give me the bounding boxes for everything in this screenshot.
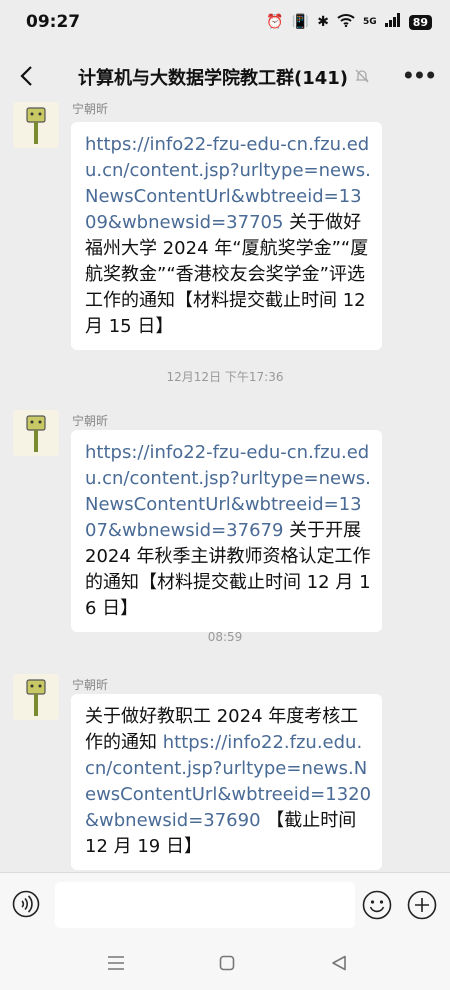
network-type: 5G: [363, 17, 377, 27]
message-bubble[interactable]: https://info22-fzu-edu-cn.fzu.edu.cn/con…: [71, 430, 382, 632]
message-bubble[interactable]: 关于做好教职工 2024 年度考核工作的通知 https://info22.fz…: [71, 694, 382, 870]
wifi-icon: [337, 13, 355, 31]
avatar[interactable]: [13, 102, 59, 148]
back-button[interactable]: [12, 60, 40, 92]
sender-name: 宁朝昕: [72, 414, 109, 428]
voice-icon: [12, 890, 40, 918]
sign-post-avatar-icon: [13, 410, 59, 456]
status-time: 09:27: [26, 12, 81, 32]
alarm-icon: ⏰: [266, 14, 284, 30]
sign-post-avatar-icon: [13, 102, 59, 148]
message-input[interactable]: [55, 882, 355, 928]
smiley-icon: [362, 890, 392, 920]
timestamp: 08:59: [207, 630, 243, 644]
status-bar: 09:27 ⏰ 📳 ✱ 5G 89: [0, 0, 450, 44]
status-icons: ⏰ 📳 ✱ 5G 89: [266, 13, 432, 31]
triangle-back-icon: [332, 955, 346, 971]
menu-lines-icon: [108, 956, 124, 970]
vibrate-icon: 📳: [291, 14, 310, 30]
home-button[interactable]: [214, 950, 240, 976]
recent-apps-button[interactable]: [103, 950, 129, 976]
avatar[interactable]: [13, 674, 59, 720]
chat-header: 计算机与大数据学院教工群(141) •••: [0, 50, 450, 102]
sign-post-avatar-icon: [13, 674, 59, 720]
more-actions-button[interactable]: [407, 890, 437, 920]
mute-bell-icon: [355, 69, 369, 83]
chat-title: 计算机与大数据学院教工群(141): [78, 68, 349, 89]
plus-icon: [407, 890, 437, 920]
square-icon: [219, 955, 235, 971]
bluetooth-icon: ✱: [317, 14, 330, 30]
more-dots-icon: •••: [401, 62, 438, 90]
back-arrow-icon: [20, 66, 32, 86]
signal-icon: [384, 13, 401, 31]
voice-input-button[interactable]: [12, 890, 40, 918]
emoji-button[interactable]: [362, 890, 392, 920]
system-nav-bar: [0, 934, 450, 990]
input-bar: [0, 872, 450, 935]
sender-name: 宁朝昕: [72, 678, 109, 692]
battery-level: 89: [408, 14, 432, 30]
more-options-button[interactable]: •••: [401, 62, 438, 90]
system-back-button[interactable]: [326, 950, 352, 976]
timestamp: 12月12日 下午17:36: [166, 370, 284, 384]
message-bubble[interactable]: https://info22-fzu-edu-cn.fzu.edu.cn/con…: [71, 122, 382, 350]
avatar[interactable]: [13, 410, 59, 456]
sender-name: 宁朝昕: [72, 102, 109, 116]
